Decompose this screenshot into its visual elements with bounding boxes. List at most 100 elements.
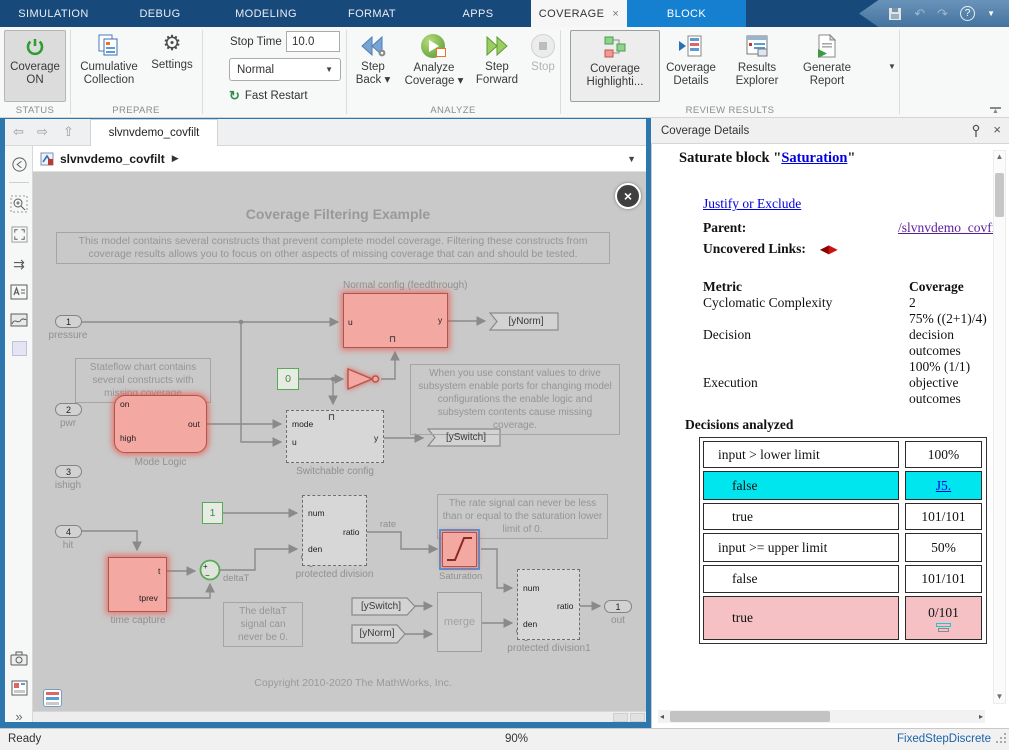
close-panel-icon[interactable]: × (993, 122, 1001, 137)
signal-routing-icon[interactable]: ⇉ (9, 254, 29, 274)
group-divider (346, 30, 347, 114)
model-canvas[interactable]: Coverage Filtering Example This model co… (33, 172, 646, 711)
parent-link[interactable]: /slvnvdemo_covfilt (898, 220, 1003, 236)
expand-palette-icon[interactable]: » (9, 706, 29, 726)
up-arrow-icon[interactable]: ⇧ (63, 124, 74, 140)
tab-debug[interactable]: DEBUG (107, 0, 213, 27)
quick-access-dropdown-icon[interactable]: ▼ (987, 9, 995, 18)
group-divider (202, 30, 203, 114)
forward-arrow-icon[interactable]: ⇨ (37, 124, 48, 140)
coverage-highlighting-button[interactable]: Coverage Highlighti... (570, 30, 660, 102)
viewmarks-icon[interactable] (9, 678, 29, 698)
help-icon[interactable]: ? (960, 6, 975, 21)
cumulative-collection-button[interactable]: Cumulative Collection (76, 30, 142, 102)
close-highlight-icon[interactable]: × (615, 183, 641, 209)
area-icon[interactable] (9, 338, 29, 358)
coverage-details-label: Coverage Details (663, 62, 719, 88)
scroll-up-icon[interactable]: ▲ (994, 151, 1005, 163)
metric-col-header: Metric (703, 279, 909, 295)
model-tab[interactable]: slvnvdemo_covfilt (90, 119, 218, 146)
results-explorer-button[interactable]: Results Explorer (726, 30, 788, 102)
hide-browser-icon[interactable] (9, 154, 29, 174)
breadcrumb-model-name[interactable]: slvnvdemo_covfilt (60, 152, 165, 166)
coverage-on-button[interactable]: Coverage ON (4, 30, 66, 102)
scroll-down-icon[interactable]: ▼ (994, 691, 1005, 703)
port-high: high (120, 434, 136, 443)
justify-rule-link[interactable]: J5. (936, 478, 951, 494)
scroll-left-icon[interactable]: ◂ (660, 712, 664, 721)
generate-report-button[interactable]: Generate Report (794, 30, 860, 102)
canvas-hscrollbar[interactable] (33, 711, 646, 722)
zoom-region-icon[interactable] (9, 194, 29, 214)
enable-port-icon: ⊓ (328, 413, 335, 422)
justify-or-exclude-link[interactable]: Justify or Exclude (703, 196, 801, 211)
inport-ishigh[interactable]: 3 (55, 465, 82, 478)
outport-out[interactable]: 1 (604, 600, 632, 613)
settings-gear-icon: ⚙ (163, 32, 182, 56)
pin-icon[interactable] (971, 124, 981, 138)
save-icon[interactable] (888, 7, 902, 21)
analyze-coverage-button[interactable]: Analyze Coverage ▾ (399, 30, 469, 102)
redo-icon[interactable]: ↷ (937, 6, 948, 22)
vscroll-thumb[interactable] (995, 173, 1004, 217)
coverage-legend-icon[interactable] (43, 689, 62, 707)
fit-to-view-icon[interactable] (9, 224, 29, 244)
prev-uncovered-icon[interactable]: ◀ (820, 242, 827, 256)
step-back-button[interactable]: Step Back ▾ (350, 30, 396, 102)
goto-yswitch-label: [ySwitch] (434, 432, 498, 443)
constant-1-block[interactable]: 1 (202, 502, 223, 524)
panel-hscrollbar[interactable]: ◂ ▸ (658, 710, 985, 723)
fast-restart-toggle[interactable]: ↻ Fast Restart (229, 88, 308, 104)
sim-mode-dropdown[interactable]: Normal ▼ (229, 58, 341, 81)
inport-pwr[interactable]: 2 (55, 403, 82, 416)
tab-simulation[interactable]: SIMULATION (0, 0, 107, 27)
metric-value: 75% ((2+1)/4) decision outcomes (909, 311, 989, 359)
image-icon[interactable] (9, 310, 29, 330)
breadcrumb-dropdown-icon[interactable]: ▼ (627, 154, 636, 164)
back-arrow-icon[interactable]: ⇦ (13, 124, 24, 140)
settings-button[interactable]: ⚙ Settings (146, 30, 198, 102)
scroll-right-button[interactable] (630, 713, 645, 722)
screenshot-icon[interactable] (9, 648, 29, 668)
inport-hit[interactable]: 4 (55, 525, 82, 538)
constant-0-block[interactable]: 0 (277, 368, 299, 390)
decision-value: 101/101 (905, 565, 982, 593)
undo-icon[interactable]: ↶ (914, 6, 925, 22)
stop-time-input[interactable] (286, 31, 340, 52)
step-forward-button[interactable]: Step Forward (471, 30, 523, 102)
annotation-icon[interactable] (9, 282, 29, 302)
close-tab-icon[interactable]: × (612, 8, 619, 20)
panel-vscrollbar[interactable]: ▲ ▼ (993, 150, 1006, 704)
review-results-gallery-dropdown[interactable]: ▼ (884, 55, 900, 77)
test-generation-icon[interactable] (936, 623, 951, 632)
section-prepare: PREPARE (70, 105, 202, 118)
heading-prefix: Saturate block " (679, 150, 781, 166)
tab-modeling[interactable]: MODELING (213, 0, 319, 27)
tab-apps[interactable]: APPS (425, 0, 531, 27)
tab-coverage[interactable]: COVERAGE × (531, 0, 627, 27)
decision-label: input > lower limit (703, 441, 899, 468)
saturation-block[interactable] (442, 532, 477, 567)
inport-pressure[interactable]: 1 (55, 315, 82, 328)
decisions-heading: Decisions analyzed (685, 417, 969, 433)
inport-pressure-label: pressure (35, 330, 101, 341)
not-gate-block[interactable] (348, 369, 379, 389)
collapse-ribbon-icon[interactable]: ▲ (990, 107, 1001, 115)
scroll-right-icon[interactable]: ▸ (979, 712, 983, 721)
metric-row: Execution 100% (1/1) objective outcomes (703, 359, 1003, 407)
decision-value: 50% (905, 533, 982, 562)
tab-block[interactable]: BLOCK (627, 0, 746, 27)
scroll-left-button[interactable] (613, 713, 628, 722)
next-uncovered-icon[interactable]: ▶ (829, 242, 836, 256)
merge-block[interactable]: merge (437, 592, 482, 652)
hscroll-thumb[interactable] (670, 711, 830, 722)
breadcrumb-caret-icon[interactable]: ▶ (172, 153, 179, 164)
solver-name[interactable]: FixedStepDiscrete (897, 733, 991, 745)
port-mode: mode (292, 420, 313, 429)
coverage-details-button[interactable]: Coverage Details (662, 30, 720, 102)
saturation-link[interactable]: Saturation (781, 150, 847, 166)
resize-grip[interactable] (1004, 741, 1006, 743)
tab-format[interactable]: FORMAT (319, 0, 425, 27)
decision-row: input > lower limit 100% (703, 441, 983, 468)
tab-coverage-label: COVERAGE (539, 8, 605, 20)
